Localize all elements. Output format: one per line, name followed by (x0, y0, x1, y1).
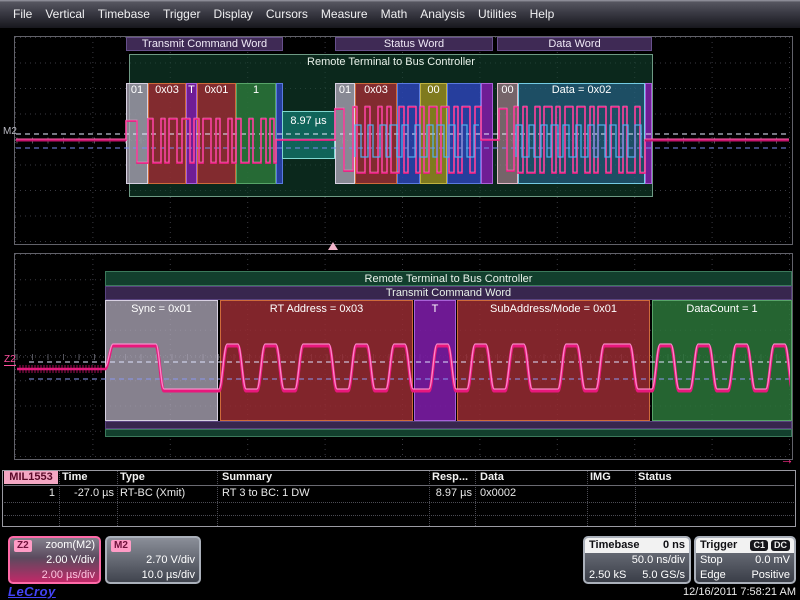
channel-label-m2: M2 (3, 126, 17, 137)
column-header-img: IMG (590, 471, 611, 484)
decode-field-status-pad3 (481, 83, 493, 184)
bottom-waveform-panel[interactable]: Remote Terminal to Bus Controller Transm… (14, 253, 793, 460)
decode-field-cmd-sync: 01 (126, 83, 148, 184)
datetime-label: 12/16/2011 7:58:21 AM (683, 586, 796, 598)
word-header-command: Transmit Command Word (126, 37, 283, 51)
z2-descriptor-box[interactable]: Z2 zoom(M2) 2.00 V/div 2.00 µs/div (8, 536, 101, 584)
decode-field-cmd-rtaddr: 0x03 (148, 83, 186, 184)
lecroy-logo: LeCroy (8, 584, 56, 599)
decode-field-data-sync: 00 (497, 83, 518, 184)
decode-field-status-pad2 (447, 83, 481, 184)
trigger-coupling-badge: DC (771, 540, 790, 551)
z2-vertical-scale: 2.00 V/div (14, 553, 95, 568)
menu-item-trigger[interactable]: Trigger (163, 7, 201, 21)
timebase-scale: 50.0 ns/div (589, 553, 685, 568)
column-header-data: Data (480, 471, 504, 484)
decode-field-count: DataCount = 1 (652, 300, 792, 421)
decode-field-subaddr: SubAddress/Mode = 0x01 (457, 300, 650, 421)
cell-summary: RT 3 to BC: 1 DW (222, 487, 310, 500)
decode-field-status-pad1 (397, 83, 420, 184)
decode-field-rtaddr: RT Address = 0x03 (220, 300, 413, 421)
column-divider (587, 471, 588, 526)
protocol-badge[interactable]: MIL1553 (4, 471, 58, 484)
trigger-type: Edge (700, 568, 726, 583)
decode-band-word-bottom (105, 421, 792, 429)
z2-horizontal-scale: 2.00 µs/div (14, 568, 95, 583)
trigger-level: 0.0 mV (755, 553, 790, 568)
menu-item-file[interactable]: File (13, 7, 32, 21)
decode-field-cmd-count: 1 (236, 83, 276, 184)
decode-field-cmd-tr: T (186, 83, 197, 184)
column-divider (117, 471, 118, 526)
trigger-source-badge: C1 (750, 540, 768, 551)
row-divider (4, 502, 794, 503)
word-header-data: Data Word (497, 37, 652, 51)
cell-index: 1 (17, 487, 55, 500)
decode-band-word: Transmit Command Word (105, 286, 792, 300)
m2-horizontal-scale: 10.0 µs/div (111, 568, 195, 583)
cell-time: -27.0 µs (57, 487, 114, 500)
timebase-title: Timebase (589, 538, 640, 553)
trigger-mode: Stop (700, 553, 723, 568)
menu-item-timebase[interactable]: Timebase (98, 7, 150, 21)
decode-field-data-value: Data = 0x02 (518, 83, 645, 184)
header-divider (4, 485, 794, 486)
menu-item-display[interactable]: Display (214, 7, 253, 21)
decode-field-cmd-subaddr: 0x01 (197, 83, 236, 184)
menu-bar: File Vertical Timebase Trigger Display C… (0, 0, 800, 28)
decode-table[interactable]: MIL1553 Time Type Summary Resp... Data I… (2, 470, 796, 527)
z2-source-label: zoom(M2) (45, 538, 95, 553)
scroll-right-arrow-icon[interactable]: → (780, 451, 794, 467)
menu-item-utilities[interactable]: Utilities (478, 7, 517, 21)
decode-field-status-sync: 01 (335, 83, 355, 184)
column-header-time: Time (62, 471, 87, 484)
menu-item-math[interactable]: Math (381, 7, 408, 21)
timebase-box[interactable]: Timebase 0 ns 50.0 ns/div 2.50 kS 5.0 GS… (583, 536, 691, 584)
trigger-position-marker[interactable] (328, 242, 338, 250)
column-header-resp: Resp... (432, 471, 468, 484)
timebase-rate: 5.0 GS/s (642, 568, 685, 583)
timebase-offset: 0 ns (663, 538, 685, 553)
word-header-status: Status Word (335, 37, 493, 51)
decode-field-tr: T (414, 300, 456, 421)
m2-descriptor-box[interactable]: M2 2.70 V/div 10.0 µs/div (105, 536, 201, 584)
m2-vertical-scale: 2.70 V/div (111, 553, 195, 568)
column-divider (475, 471, 476, 526)
trigger-title: Trigger (700, 538, 737, 553)
trigger-box[interactable]: Trigger C1 DC Stop 0.0 mV Edge Positive (694, 536, 796, 584)
column-header-type: Type (120, 471, 145, 484)
decode-band-frame-bottom (105, 429, 792, 437)
menu-item-analysis[interactable]: Analysis (420, 7, 465, 21)
m2-badge: M2 (111, 540, 131, 552)
channel-label-z2: Z2 (4, 354, 16, 366)
menu-item-cursors[interactable]: Cursors (266, 7, 308, 21)
decode-field-status-flags: 00 (420, 83, 447, 184)
cell-resp: 8.97 µs (415, 487, 472, 500)
timebase-samples: 2.50 kS (589, 568, 626, 583)
trigger-slope: Positive (751, 568, 790, 583)
decode-field-status-addr: 0x03 (355, 83, 397, 184)
decode-field-sync: Sync = 0x01 (105, 300, 218, 421)
decode-field-data-pad (645, 83, 652, 184)
column-divider (635, 471, 636, 526)
menu-item-measure[interactable]: Measure (321, 7, 368, 21)
decode-frame-title: Remote Terminal to Bus Controller (106, 272, 791, 286)
column-header-status: Status (638, 471, 672, 484)
decode-word-title: Transmit Command Word (106, 287, 791, 300)
column-divider (217, 471, 218, 526)
oscilloscope-screen: File Vertical Timebase Trigger Display C… (0, 0, 800, 600)
menu-item-help[interactable]: Help (530, 7, 555, 21)
menu-item-vertical[interactable]: Vertical (45, 7, 84, 21)
top-waveform-panel[interactable]: Remote Terminal to Bus Controller Transm… (14, 36, 793, 245)
decode-band-frame: Remote Terminal to Bus Controller (105, 271, 792, 286)
cell-type: RT-BC (Xmit) (120, 487, 185, 500)
row-divider (4, 515, 794, 516)
response-time-box: 8.97 µs (282, 111, 335, 159)
z2-badge: Z2 (14, 540, 32, 552)
decode-frame-title: Remote Terminal to Bus Controller (130, 55, 652, 69)
column-header-summary: Summary (222, 471, 272, 484)
cell-data: 0x0002 (480, 487, 516, 500)
